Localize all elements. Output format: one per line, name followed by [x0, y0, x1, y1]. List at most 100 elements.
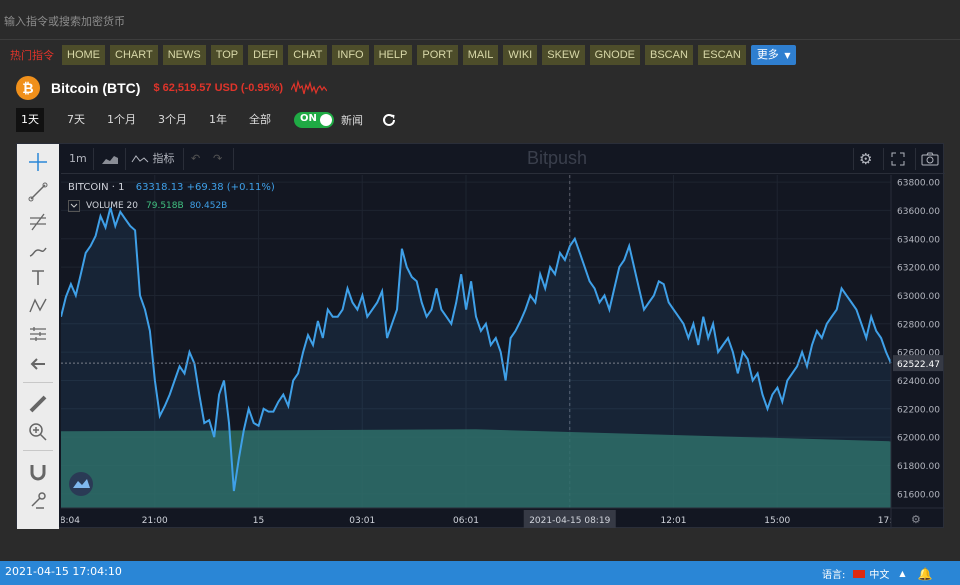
x-tick-label: 15:00: [764, 516, 790, 526]
toggle-label: ON: [300, 113, 317, 124]
range-3m-button[interactable]: 3个月: [153, 108, 192, 132]
y-tick-label: 63400.00: [897, 235, 940, 245]
price-sparkline: [291, 79, 328, 95]
toolbar-divider: [915, 148, 916, 170]
language-value: 中文: [869, 570, 890, 581]
skew-button[interactable]: SKEW: [542, 45, 585, 65]
status-bar: 2021-04-15 17:04:10 语言: 中文 ▲ 🔔: [0, 561, 960, 585]
pattern-icon[interactable]: [26, 294, 50, 318]
gnode-button[interactable]: GNODE: [589, 45, 640, 65]
y-tick-label: 62200.00: [897, 405, 940, 415]
x-tick-label: 06:01: [453, 516, 479, 526]
toggle-knob: [320, 114, 332, 126]
info-button[interactable]: INFO: [332, 45, 369, 65]
lock-draw-icon[interactable]: [26, 488, 50, 512]
chart-widget: 1m 指标 ↶ ↷ Bitpush ⚙ 63800.00 63600.00 6340…: [16, 143, 945, 529]
x-tick-label: 21:00: [142, 516, 168, 526]
hot-commands-row: 热门指令 HOME CHART NEWS TOP DEFI CHAT INFO …: [0, 44, 797, 66]
chart-toolbar: 1m 指标 ↶ ↷ Bitpush ⚙: [61, 144, 945, 174]
escan-button[interactable]: ESCAN: [697, 45, 746, 65]
redo-icon[interactable]: ↷: [213, 148, 222, 170]
back-arrow-icon[interactable]: [26, 352, 50, 376]
status-datetime: 2021-04-15 17:04:10: [5, 565, 122, 578]
top-button[interactable]: TOP: [210, 45, 244, 65]
x-tick-label: 18:04: [61, 516, 80, 526]
legend-symbol: BITCOIN · 1: [68, 182, 125, 193]
range-1d-button[interactable]: 1天: [16, 108, 44, 132]
ruler-icon[interactable]: [26, 392, 50, 416]
port-button[interactable]: PORT: [417, 45, 458, 65]
range-selector: 1天 7天 1个月 3个月 1年 全部 ON 新闻: [16, 108, 397, 132]
chart-button[interactable]: CHART: [110, 45, 158, 65]
trendline-icon[interactable]: [26, 180, 50, 204]
more-label: 更多: [756, 48, 779, 61]
range-7d-button[interactable]: 7天: [62, 108, 90, 132]
y-tick-label: 61600.00: [897, 490, 940, 500]
current-price-label: 62522.47: [897, 360, 940, 370]
settings-gear-icon[interactable]: ⚙: [859, 148, 872, 170]
volume-value-2: 80.452B: [189, 201, 228, 211]
x-tick-label: 03:01: [349, 516, 375, 526]
defi-button[interactable]: DEFI: [248, 45, 284, 65]
bscan-button[interactable]: BSCAN: [645, 45, 693, 65]
language-selector[interactable]: 语言: 中文 ▲ 🔔: [822, 566, 933, 582]
measure-icon[interactable]: [26, 322, 50, 346]
interval-button[interactable]: 1m: [69, 148, 87, 170]
y-tick-label: 62800.00: [897, 320, 940, 330]
chart-legend-symbol: BITCOIN · 1 63318.13 +69.38 (+0.11%): [68, 182, 275, 193]
toolbar-divider: [853, 148, 854, 170]
price-chart[interactable]: 63800.00 63600.00 63400.00 63200.00 63000.00…: [61, 175, 945, 529]
bitpush-watermark: Bitpush: [527, 148, 588, 168]
chart-style-icon[interactable]: [101, 153, 119, 175]
legend-values: 63318.13 +69.38 (+0.11%): [135, 182, 275, 193]
help-button[interactable]: HELP: [373, 45, 413, 65]
language-label: 语言:: [822, 570, 846, 581]
y-tick-label: 63800.00: [897, 179, 940, 189]
crosshair-icon[interactable]: [26, 150, 50, 174]
range-1m-button[interactable]: 1个月: [102, 108, 141, 132]
text-icon[interactable]: [26, 266, 50, 290]
volume-label: VOLUME 20: [86, 201, 139, 211]
y-tick-label: 63200.00: [897, 264, 940, 274]
hot-commands-label: 热门指令: [10, 49, 54, 62]
home-button[interactable]: HOME: [62, 45, 105, 65]
camera-icon[interactable]: [921, 152, 939, 174]
chat-button[interactable]: CHAT: [288, 45, 328, 65]
collapse-chevron-icon[interactable]: [68, 200, 80, 212]
range-1y-button[interactable]: 1年: [204, 108, 232, 132]
undo-icon[interactable]: ↶: [191, 148, 200, 170]
coin-price: $ 62,519.57 USD (-0.95%): [153, 82, 284, 94]
zoom-in-icon[interactable]: [26, 420, 50, 444]
x-tick-label: 2021-04-15 08:19: [529, 516, 610, 526]
toolbar-divider: [93, 148, 94, 170]
axis-settings-icon: ⚙: [911, 513, 921, 526]
volume-value-1: 79.518B: [146, 201, 184, 211]
toolbar-divider: [125, 148, 126, 170]
command-search-input[interactable]: [4, 10, 944, 32]
range-all-button[interactable]: 全部: [244, 108, 276, 132]
wiki-button[interactable]: WIKI: [503, 45, 538, 65]
y-tick-label: 62400.00: [897, 377, 940, 387]
bell-icon[interactable]: 🔔: [918, 567, 933, 581]
toolbar-divider: [883, 148, 884, 170]
x-tick-label: 15: [253, 516, 264, 526]
news-button[interactable]: NEWS: [162, 45, 206, 65]
chart-legend-volume: VOLUME 20 79.518B 80.452B: [68, 200, 227, 212]
brush-icon[interactable]: [26, 238, 50, 262]
drawing-toolbox: [17, 144, 59, 529]
refresh-icon[interactable]: [381, 112, 397, 128]
toolbox-divider: [23, 450, 53, 451]
fullscreen-icon[interactable]: [891, 152, 905, 174]
indicators-button[interactable]: 指标: [131, 148, 175, 170]
fib-icon[interactable]: [26, 210, 50, 234]
x-tick-label: 12:01: [661, 516, 687, 526]
caret-down-icon: ▼: [784, 51, 791, 60]
y-tick-label: 61800.00: [897, 462, 940, 472]
magnet-icon[interactable]: [26, 460, 50, 484]
china-flag-icon: [853, 569, 866, 578]
coin-header: ₿ Bitcoin (BTC) $ 62,519.57 USD (-0.95%): [16, 74, 328, 102]
more-button[interactable]: 更多 ▼: [750, 45, 797, 65]
news-toggle[interactable]: ON: [294, 112, 334, 128]
mail-button[interactable]: MAIL: [462, 45, 499, 65]
y-tick-label: 62000.00: [897, 434, 940, 444]
